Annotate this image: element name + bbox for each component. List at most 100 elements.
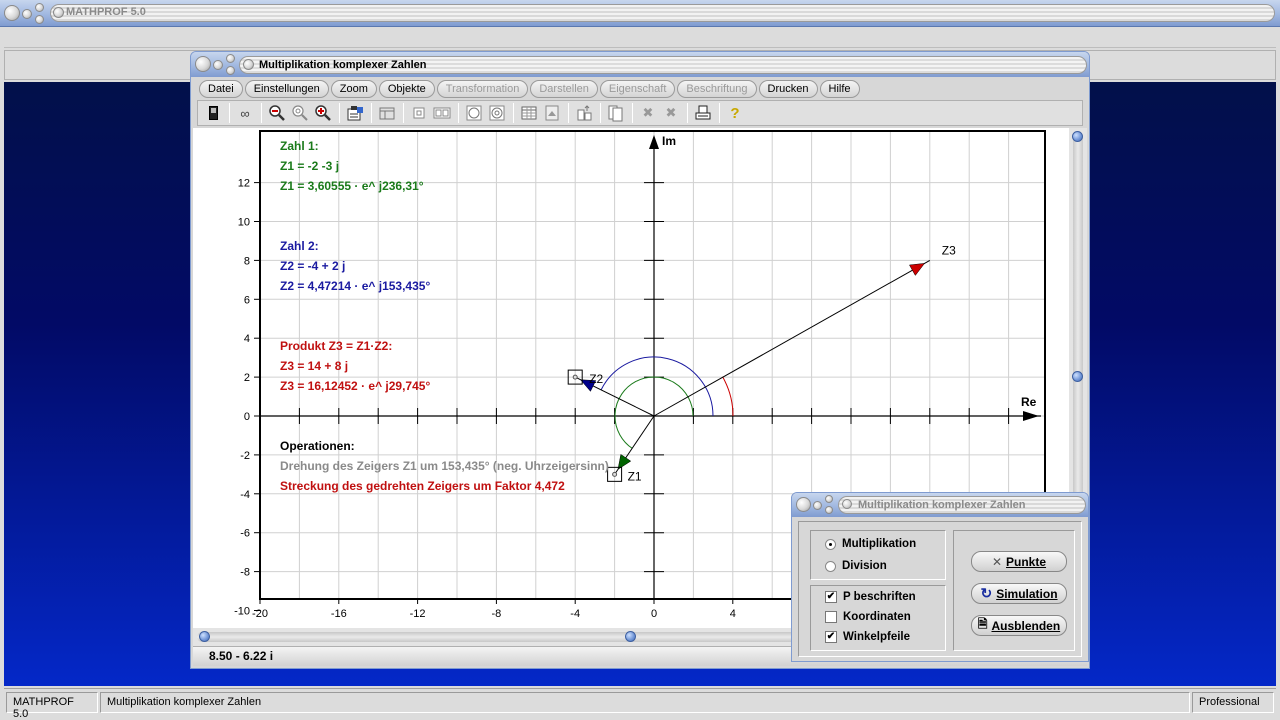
print-icon[interactable]	[692, 103, 714, 123]
minimize-bubble-icon[interactable]	[22, 9, 32, 19]
radio-multiplikation[interactable]: Multiplikation	[825, 538, 916, 550]
window-icon[interactable]	[376, 103, 398, 123]
radio-button[interactable]	[825, 538, 836, 550]
export-icon[interactable]	[573, 103, 595, 123]
checkbox[interactable]: ✔	[825, 591, 837, 603]
zoom-reset-icon[interactable]	[289, 103, 311, 123]
dialog-title-bar: Multiplikation komplexer Zahlen	[792, 493, 1088, 517]
close-bubble-icon[interactable]	[4, 5, 20, 21]
checkbox[interactable]	[825, 611, 837, 623]
restore-bubble-icon[interactable]	[226, 66, 235, 75]
maximize-bubble-icon[interactable]	[226, 54, 235, 63]
menu-einstellungen[interactable]: Einstellungen	[244, 80, 329, 98]
status-app: MATHPROF 5.0	[6, 692, 98, 720]
image-icon[interactable]	[541, 103, 563, 123]
title-dot-icon	[842, 499, 852, 509]
y-tick-label: 8	[244, 255, 250, 267]
toolbar-separator	[339, 103, 340, 123]
x-tick-label: -20	[252, 608, 268, 620]
status-bar: MATHPROF 5.0 Multiplikation komplexer Za…	[4, 688, 1276, 720]
toolbar-separator	[687, 103, 688, 123]
x-tick-label: 4	[730, 608, 736, 620]
menu-zoom[interactable]: Zoom	[330, 80, 377, 98]
operationen-heading: Operationen:	[280, 439, 355, 453]
simulation-button[interactable]: ↻ Simulation	[971, 583, 1067, 604]
checkbox-label: P beschriften	[843, 591, 916, 603]
zoom-in-icon[interactable]	[312, 103, 334, 123]
imag-axis-arrow-icon	[649, 135, 659, 149]
title-dot-icon	[243, 59, 254, 70]
status-edition: Professional	[1192, 692, 1274, 713]
minimize-bubble-icon[interactable]	[813, 501, 822, 510]
delete-icon[interactable]: ✖	[637, 103, 659, 123]
close-bubble-icon[interactable]	[195, 56, 211, 72]
title-dot-icon	[53, 7, 64, 18]
ausblenden-button[interactable]: 🗎 Ausblenden	[971, 615, 1067, 636]
circle-2-icon[interactable]	[486, 103, 508, 123]
menu-drucken[interactable]: Drucken	[758, 80, 818, 98]
glasses-icon[interactable]: ∞	[234, 103, 256, 123]
menu-transformation[interactable]: Transformation	[436, 80, 529, 98]
arrowhead-z3-icon	[909, 263, 926, 276]
checkbox-p-beschriften[interactable]: ✔ P beschriften	[825, 591, 916, 603]
radio-division[interactable]: Division	[825, 560, 887, 572]
properties-icon[interactable]	[344, 103, 366, 123]
menu-beschriftung[interactable]: Beschriftung	[677, 80, 757, 98]
close-bubble-icon[interactable]	[796, 497, 811, 512]
checkbox-koordinaten[interactable]: Koordinaten	[825, 611, 911, 623]
point-icon[interactable]	[408, 103, 430, 123]
dialog-body: Multiplikation Division ✔ P beschriften …	[798, 521, 1082, 657]
scroll-up-knob[interactable]	[1072, 131, 1083, 142]
angle-arc-z3	[722, 376, 734, 417]
x-tick-label: 0	[651, 608, 657, 620]
hide-icon: 🗎	[977, 617, 988, 631]
status-module: Multiplikation komplexer Zahlen	[100, 692, 1190, 713]
delete-all-icon[interactable]: ✖	[660, 103, 682, 123]
circle-1-icon[interactable]	[463, 103, 485, 123]
maximize-bubble-icon[interactable]	[35, 3, 44, 12]
button-label: Punkte	[1006, 554, 1047, 569]
horizontal-scroll-thumb[interactable]	[625, 631, 636, 642]
menu-darstellen[interactable]: Darstellen	[530, 80, 598, 98]
menu-objekte[interactable]: Objekte	[378, 80, 435, 98]
toolbar-separator	[513, 103, 514, 123]
rotate-icon: ↻	[980, 585, 993, 601]
y-tick-label: -6	[240, 528, 250, 540]
restore-bubble-icon[interactable]	[825, 506, 833, 514]
table-icon[interactable]	[518, 103, 540, 123]
app-title-bar: MATHPROF 5.0	[0, 0, 1280, 27]
radio-button[interactable]	[825, 560, 836, 572]
operation-rotation: Drehung des Zeigers Z1 um 153,435° (neg.…	[280, 459, 609, 473]
menu-eigenschaft[interactable]: Eigenschaft	[599, 80, 676, 98]
button-label: Ausblenden	[991, 618, 1061, 633]
toolbar: ∞ ✖ ✖ ?	[197, 100, 1083, 126]
copy-icon[interactable]	[605, 103, 627, 123]
toolbar-separator	[229, 103, 230, 123]
zahl2-exponential: Z2 = 4,47214 · e^ j153,435°	[280, 279, 430, 293]
punkte-button[interactable]: ✕ Punkte	[971, 551, 1067, 572]
help-icon[interactable]: ?	[724, 103, 746, 123]
menu-hilfe[interactable]: Hilfe	[819, 80, 860, 98]
imag-axis-label: Im	[662, 134, 676, 148]
scroll-left-knob[interactable]	[199, 631, 210, 642]
checkbox[interactable]: ✔	[825, 631, 837, 643]
minimize-bubble-icon[interactable]	[213, 60, 223, 70]
restore-bubble-icon[interactable]	[35, 15, 44, 24]
window-title: Multiplikation komplexer Zahlen	[259, 59, 427, 71]
exit-icon[interactable]	[202, 103, 224, 123]
vertical-scroll-thumb[interactable]	[1072, 371, 1083, 382]
maximize-bubble-icon[interactable]	[825, 495, 833, 503]
y-tick-label: -8	[240, 567, 250, 579]
y-tick-label: -2	[240, 450, 250, 462]
checkbox-winkelpfeile[interactable]: ✔ Winkelpfeile	[825, 631, 910, 643]
produkt-exponential: Z3 = 16,12452 · e^ j29,745°	[280, 379, 430, 393]
angle-arc-z2	[600, 356, 714, 417]
double-point-icon[interactable]	[431, 103, 453, 123]
point-marker-z2	[572, 374, 578, 380]
zoom-out-icon[interactable]	[266, 103, 288, 123]
x-tick-label: -16	[331, 608, 347, 620]
menu-datei[interactable]: Datei	[199, 80, 243, 98]
toolbar-separator	[371, 103, 372, 123]
point-label-z2: Z2	[589, 372, 603, 386]
point-marker-z1	[612, 471, 618, 477]
